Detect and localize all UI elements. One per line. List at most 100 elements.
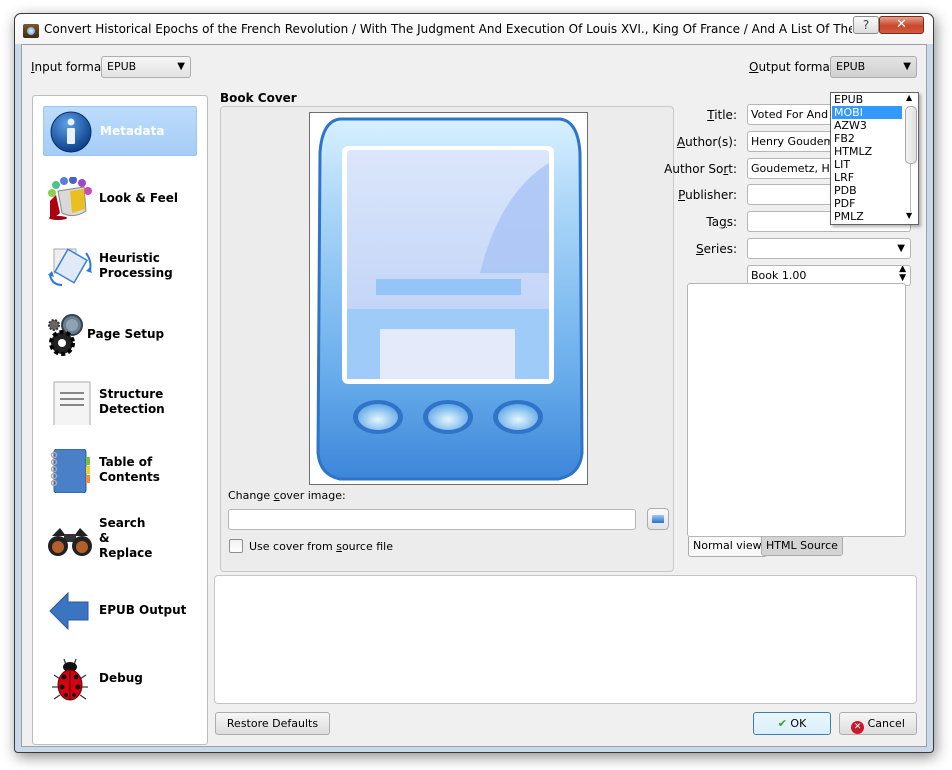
sidebar-item-label: Page Setup: [87, 327, 165, 341]
label-part: Author So: [664, 162, 724, 176]
label-accel: g: [719, 215, 727, 229]
info-icon: [50, 111, 92, 153]
input-format-label: Input format:: [31, 60, 110, 74]
dropdown-option-pdb[interactable]: PDB: [832, 184, 902, 197]
sidebar-item-search-replace[interactable]: Search & Replace: [43, 514, 197, 570]
label-part: ource file: [341, 540, 393, 553]
dialog-body: Input format: EPUB ▼ Output format: EPUB…: [21, 44, 927, 747]
label-part: Use cover from: [249, 540, 337, 553]
output-format-label-text: utput format:: [758, 60, 839, 74]
sidebar-item-metadata[interactable]: Metadata: [43, 106, 197, 156]
calibre-app-icon: [23, 24, 39, 38]
use-source-cover-checkbox[interactable]: [229, 539, 243, 553]
dropdown-option-mobi[interactable]: MOBI: [832, 106, 902, 119]
dropdown-option-epub[interactable]: EPUB: [832, 93, 902, 106]
change-cover-label: Change cover image:: [228, 489, 346, 502]
label-part: ublisher:: [685, 188, 737, 202]
use-source-cover-label: Use cover from source file: [249, 540, 393, 553]
label-part: uthor(s):: [685, 135, 737, 149]
output-format-select[interactable]: EPUB ▼: [830, 56, 917, 78]
series-combo[interactable]: ▼: [747, 238, 911, 259]
cancel-label: Cancel: [867, 717, 905, 730]
dropdown-option-htmlz[interactable]: HTMLZ: [832, 145, 902, 158]
sidebar-item-table-of-contents[interactable]: Table of Contents: [43, 446, 197, 496]
dropdown-option-lit[interactable]: LIT: [832, 158, 902, 171]
cancel-button[interactable]: ✕ Cancel: [839, 712, 917, 735]
input-format-label-text: nput format:: [34, 60, 110, 74]
dropdown-option-azw3[interactable]: AZW3: [832, 119, 902, 132]
dropdown-option-fb2[interactable]: FB2: [832, 132, 902, 145]
heuristic-rotate-icon: [48, 248, 92, 286]
label-part: Ta: [706, 215, 720, 229]
spin-arrows-icon[interactable]: ▲ ▼: [899, 266, 906, 283]
scrollbar-thumb[interactable]: [905, 106, 917, 164]
dropdown-option-pdf[interactable]: PDF: [832, 197, 902, 210]
scrollbar-track: [910, 164, 911, 212]
cover-path-input[interactable]: [228, 509, 636, 530]
author-sort-label: Author Sort:: [657, 162, 737, 176]
book-cover-panel: Change cover image: Use cover from sourc…: [220, 106, 674, 572]
sidebar-item-structure-detection[interactable]: Structure Detection: [43, 378, 197, 428]
output-format-value: EPUB: [836, 60, 866, 73]
label-accel: A: [676, 135, 686, 149]
ok-button[interactable]: ✔ OK: [753, 712, 831, 735]
series-label: Series:: [657, 242, 737, 256]
chevron-down-icon: ▼: [177, 61, 185, 72]
tags-label: Tags:: [657, 215, 737, 229]
series-index-value: Book 1.00: [751, 269, 807, 282]
cancel-x-icon: ✕: [851, 721, 865, 734]
publisher-label: Publisher:: [657, 188, 737, 202]
label-line: Table of: [99, 455, 153, 469]
sidebar-item-label: EPUB Output: [99, 603, 187, 617]
sidebar-item-label: Metadata: [100, 124, 165, 138]
ladybug-icon: [52, 658, 88, 701]
title-label: Title:: [657, 108, 737, 122]
sidebar-item-heuristic-processing[interactable]: Heuristic Processing: [43, 242, 197, 292]
label-line: &: [99, 531, 110, 545]
label-part: itle:: [714, 108, 737, 122]
help-text-area: [214, 575, 917, 704]
comments-editor[interactable]: [687, 283, 906, 537]
window-title: Convert Historical Epochs of the French …: [44, 22, 852, 36]
cover-image: [309, 112, 588, 485]
tab-normal-view[interactable]: Normal view: [688, 537, 767, 557]
default-cover-device-icon: [316, 117, 584, 481]
sidebar-item-label: Search & Replace: [99, 516, 152, 561]
sidebar-item-label: Heuristic Processing: [99, 251, 173, 281]
output-format-label: Output format:: [749, 60, 839, 74]
scroll-up-icon[interactable]: ▲: [906, 93, 912, 102]
tab-html-source[interactable]: HTML Source: [761, 537, 843, 556]
sidebar-item-epub-output[interactable]: EPUB Output: [43, 586, 197, 636]
label-accel: S: [696, 242, 704, 256]
checkmark-icon: ✔: [777, 717, 787, 730]
scroll-down-icon[interactable]: ▼: [906, 211, 912, 220]
document-lines-icon: [53, 381, 91, 425]
close-button[interactable]: ✕: [879, 16, 924, 34]
dropdown-scrollbar[interactable]: ▲ ▼: [903, 93, 918, 224]
ok-label: OK: [790, 717, 807, 730]
label-part: eries:: [703, 242, 737, 256]
label-part: Change: [228, 489, 274, 502]
help-button[interactable]: ?: [853, 16, 879, 34]
title-bar: Convert Historical Epochs of the French …: [15, 14, 933, 44]
dropdown-option-pmlz[interactable]: PMLZ: [832, 210, 902, 223]
sidebar-item-debug[interactable]: Debug: [43, 654, 197, 704]
label-line: Structure: [99, 387, 164, 401]
output-format-dropdown-list: EPUB MOBI AZW3 FB2 HTMLZ LIT LRF PDB PDF…: [830, 92, 919, 225]
label-part: t:: [728, 162, 737, 176]
convert-dialog: Convert Historical Epochs of the French …: [14, 13, 934, 753]
label-line: Replace: [99, 546, 153, 560]
browse-cover-button[interactable]: [647, 508, 669, 530]
label-line: Processing: [99, 266, 173, 280]
label-part: s:: [726, 215, 737, 229]
paint-bucket-icon: [48, 177, 92, 220]
binoculars-icon: [48, 528, 92, 556]
restore-defaults-button[interactable]: Restore Defaults: [215, 712, 330, 735]
sidebar-item-label: Debug: [99, 671, 143, 685]
dropdown-option-lrf[interactable]: LRF: [832, 171, 902, 184]
input-format-select[interactable]: EPUB ▼: [101, 56, 191, 78]
book-cover-heading: Book Cover: [220, 91, 297, 105]
sidebar-item-look-and-feel[interactable]: Look & Feel: [43, 174, 197, 224]
label-line: Contents: [99, 470, 160, 484]
sidebar-item-page-setup[interactable]: Page Setup: [43, 310, 197, 360]
